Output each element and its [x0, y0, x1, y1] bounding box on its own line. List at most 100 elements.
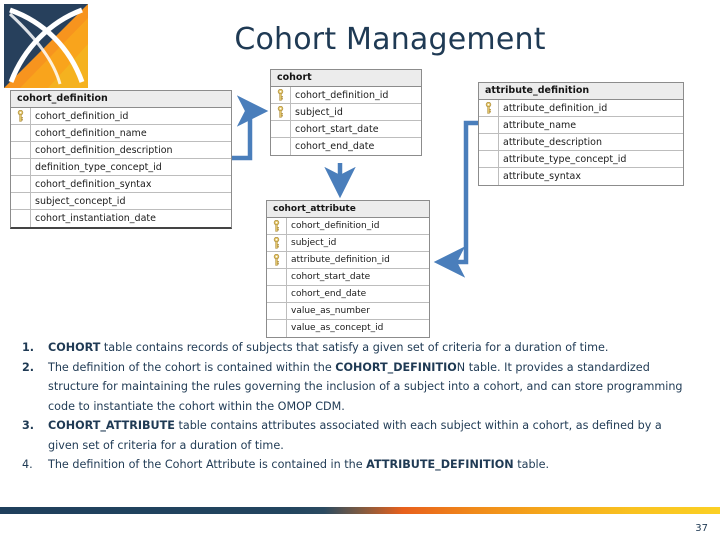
list-item-text: The definition of the cohort is containe… [48, 360, 683, 413]
er-field-row: cohort_definition_description [11, 142, 231, 159]
er-field-row: subject_concept_id [11, 193, 231, 210]
er-table-cohort: cohort cohort_definition_id subject_id c… [270, 69, 422, 156]
key-cell-empty [11, 176, 31, 192]
key-cell-empty [11, 159, 31, 175]
er-field-row: attribute_name [479, 117, 683, 134]
list-item-number: 2. [22, 360, 35, 374]
er-field-row: attribute_definition_id [479, 100, 683, 117]
er-field-label: cohort_definition_syntax [35, 179, 152, 190]
primary-key-cell [479, 100, 499, 116]
er-field-label: value_as_number [291, 306, 370, 316]
key-cell-empty [479, 134, 499, 150]
primary-key-cell [271, 87, 291, 103]
key-cell-empty [11, 193, 31, 209]
page-number: 37 [695, 523, 708, 534]
key-icon [273, 254, 280, 266]
list-item: 2. The definition of the cohort is conta… [10, 358, 710, 417]
er-field-row: attribute_description [479, 134, 683, 151]
primary-key-cell [271, 104, 291, 120]
er-field-label: attribute_syntax [503, 171, 581, 182]
key-cell-empty [11, 142, 31, 158]
er-field-row: cohort_end_date [267, 286, 429, 303]
er-field-row: cohort_definition_id [271, 87, 421, 104]
er-field-label: cohort_definition_description [35, 145, 173, 156]
er-field-label: cohort_start_date [295, 124, 379, 135]
key-cell-empty [11, 210, 31, 227]
er-field-row: value_as_number [267, 303, 429, 320]
key-cell-empty [267, 303, 287, 319]
er-field-label: subject_id [295, 107, 343, 118]
er-table-title: cohort [271, 70, 421, 87]
er-table-title: cohort_attribute [267, 201, 429, 218]
er-table-cohort-attribute: cohort_attribute cohort_definition_id su… [266, 200, 430, 338]
er-field-label: cohort_definition_name [35, 128, 147, 139]
primary-key-cell [11, 108, 31, 124]
key-cell-empty [479, 151, 499, 167]
er-field-label: cohort_end_date [291, 289, 367, 299]
er-field-label: subject_concept_id [35, 196, 126, 207]
er-field-row: cohort_start_date [271, 121, 421, 138]
er-table-title: cohort_definition [11, 91, 231, 108]
key-cell-empty [479, 168, 499, 185]
key-icon [273, 237, 280, 249]
connector-attribute_definition-to-cohort_attribute [433, 120, 478, 278]
er-field-row: subject_id [267, 235, 429, 252]
er-field-row: cohort_end_date [271, 138, 421, 155]
list-item-number: 1. [22, 341, 35, 354]
er-field-row: attribute_type_concept_id [479, 151, 683, 168]
key-cell-empty [267, 286, 287, 302]
key-icon [485, 102, 492, 114]
list-item-text: COHORT_ATTRIBUTE table contains attribut… [48, 419, 662, 452]
key-cell-empty [267, 269, 287, 285]
notes-list: 1. COHORT table contains records of subj… [10, 338, 710, 475]
er-field-row: attribute_definition_id [267, 252, 429, 269]
connector-cohort_definition-to-cohort [232, 95, 269, 161]
list-item-number: 4. [22, 458, 33, 471]
er-field-row: cohort_instantiation_date [11, 210, 231, 227]
key-cell-empty [267, 320, 287, 337]
er-field-row: cohort_definition_id [11, 108, 231, 125]
list-item-text: The definition of the Cohort Attribute i… [48, 458, 550, 471]
list-item: 1. COHORT table contains records of subj… [10, 338, 710, 358]
page-title: Cohort Management [234, 22, 546, 57]
er-field-label: attribute_description [503, 137, 603, 148]
primary-key-cell [267, 252, 287, 268]
er-field-label: cohort_end_date [295, 141, 375, 152]
er-field-label: cohort_definition_id [35, 111, 129, 122]
footer-gradient-bar [0, 507, 720, 514]
er-field-row: definition_type_concept_id [11, 159, 231, 176]
list-item-text: COHORT table contains records of subject… [48, 341, 609, 354]
list-item-number: 3. [22, 419, 35, 432]
key-cell-empty [11, 125, 31, 141]
er-field-row: cohort_definition_name [11, 125, 231, 142]
er-diagram: cohort_definition cohort_definition_id c… [0, 60, 720, 338]
list-item: 4. The definition of the Cohort Attribut… [10, 455, 710, 475]
er-field-row: cohort_definition_id [267, 218, 429, 235]
er-field-label: cohort_definition_id [295, 90, 389, 101]
primary-key-cell [267, 235, 287, 251]
er-field-label: attribute_definition_id [291, 255, 390, 265]
er-field-label: value_as_concept_id [291, 323, 384, 333]
er-table-title: attribute_definition [479, 83, 683, 100]
key-cell-empty [271, 121, 291, 137]
er-field-label: cohort_definition_id [291, 221, 380, 231]
er-field-label: attribute_type_concept_id [503, 154, 627, 165]
er-table-cohort-definition: cohort_definition cohort_definition_id c… [10, 90, 232, 229]
er-field-row: value_as_concept_id [267, 320, 429, 337]
key-icon [17, 110, 24, 122]
er-field-row: cohort_definition_syntax [11, 176, 231, 193]
er-table-attribute-definition: attribute_definition attribute_definitio… [478, 82, 684, 186]
key-cell-empty [271, 138, 291, 155]
er-field-row: subject_id [271, 104, 421, 121]
key-icon [273, 220, 280, 232]
primary-key-cell [267, 218, 287, 234]
key-icon [277, 106, 284, 118]
er-field-label: subject_id [291, 238, 337, 248]
er-field-label: attribute_name [503, 120, 577, 131]
key-cell-empty [479, 117, 499, 133]
er-field-label: cohort_instantiation_date [35, 213, 156, 224]
er-field-label: attribute_definition_id [503, 103, 608, 114]
er-field-label: cohort_start_date [291, 272, 371, 282]
er-field-row: cohort_start_date [267, 269, 429, 286]
list-item: 3. COHORT_ATTRIBUTE table contains attri… [10, 416, 710, 455]
